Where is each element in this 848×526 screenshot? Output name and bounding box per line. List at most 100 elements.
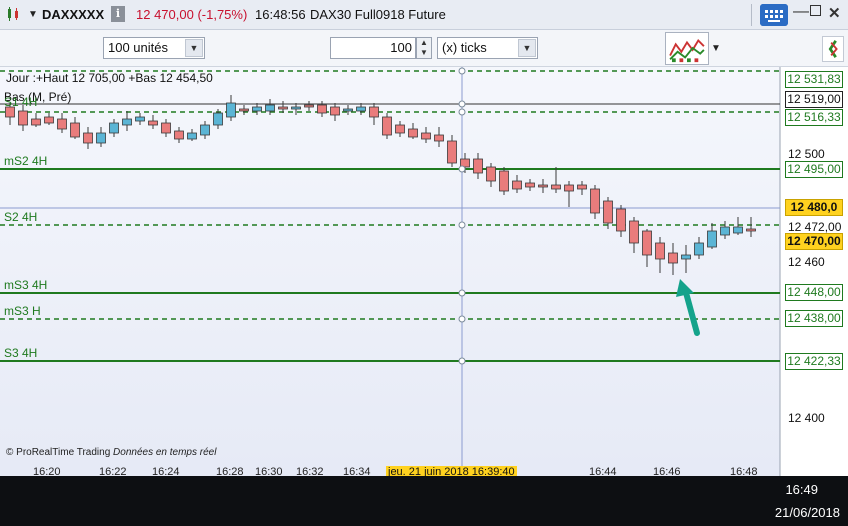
toolbar: 100 unités ▼ 100 ▲ ▼ (x) ticks ▼ ▼ [0, 30, 848, 67]
candle-body [135, 116, 145, 122]
candle-body [148, 120, 158, 126]
time-tick: 16:20 [33, 466, 61, 476]
candle-body [304, 104, 314, 108]
candle-body [18, 110, 28, 126]
candle-body [226, 102, 236, 118]
candle-body [629, 220, 639, 244]
candle-body [421, 132, 431, 140]
minimize-icon[interactable]: — [793, 3, 809, 21]
maximize-icon[interactable] [810, 5, 821, 16]
candle-body [590, 188, 600, 214]
info-icon[interactable]: i [111, 6, 125, 22]
candle-body [174, 130, 184, 140]
line-handle [458, 289, 466, 297]
chevron-down-icon[interactable]: ▼ [711, 43, 721, 54]
line-handle [458, 165, 466, 173]
last-update-time: 16:48:56 [255, 7, 306, 22]
candle-body [343, 108, 353, 112]
symbol-name[interactable]: DAXXXXX [42, 7, 104, 22]
candle-body [31, 118, 41, 126]
unit-mode-label: (x) ticks [442, 40, 487, 55]
dropdown-icon[interactable]: ▼ [28, 9, 38, 20]
candle-body [161, 122, 171, 134]
candle-body [577, 184, 587, 190]
level-price-tag: 12 531,83 [785, 71, 843, 88]
candle-body [486, 166, 496, 182]
candle-body [382, 116, 392, 136]
candle-body [252, 106, 262, 112]
separator [751, 4, 752, 26]
time-tick: 16:30 [255, 466, 283, 476]
quantity-mode-label: 100 unités [108, 40, 168, 55]
chevron-down-icon[interactable]: ▼ [518, 39, 536, 57]
level-price-tag: 12 422,33 [785, 353, 843, 370]
instrument-name: DAX30 Full0918 Future [310, 7, 446, 22]
line-handle [458, 100, 466, 108]
quantity-mode-select[interactable]: 100 unités ▼ [103, 37, 205, 59]
realtime-label: Données en temps réel [113, 447, 217, 458]
chevron-down-icon[interactable]: ▼ [185, 39, 203, 57]
candle-body [122, 118, 132, 126]
candle-body [499, 170, 509, 192]
candle-body [538, 184, 548, 188]
expand-panel-icon[interactable] [822, 36, 844, 62]
level-price-tag: 12 448,00 [785, 284, 843, 301]
candle-body [434, 134, 444, 142]
candle-body [694, 242, 704, 256]
candle-body [239, 108, 249, 112]
taskbar: 16:49 21/06/2018 [0, 476, 848, 526]
time-tick: 16:32 [296, 466, 324, 476]
line-handle [458, 221, 466, 229]
line-handle [458, 357, 466, 365]
candle-body [70, 122, 80, 138]
candle-body [642, 230, 652, 256]
candle-body [512, 180, 522, 190]
candle-body [668, 252, 678, 264]
quantity-input[interactable]: 100 [330, 37, 416, 59]
candle-body [395, 124, 405, 134]
quantity-stepper[interactable]: ▲ ▼ [416, 37, 432, 59]
candle-body [655, 242, 665, 260]
level-price-tag: 12 519,00 [785, 91, 843, 108]
level-label-s1-4h: S1 4H [4, 95, 38, 109]
close-icon[interactable]: ✕ [828, 4, 841, 22]
level-price-tag: 12 438,00 [785, 310, 843, 327]
clock-date[interactable]: 21/06/2018 [775, 505, 840, 520]
candle-body [564, 184, 574, 192]
candle-body [447, 140, 457, 164]
axis-tick-partial: 12 472,00 [788, 220, 842, 234]
unit-mode-select[interactable]: (x) ticks ▼ [437, 37, 538, 59]
candle-body [681, 254, 691, 260]
cursor-price-tag: 12 480,0 [785, 199, 843, 216]
clock-time[interactable]: 16:49 [785, 482, 818, 497]
candle-body [746, 228, 756, 232]
price-chart[interactable]: Jour :+Haut 12 705,00 +Bas 12 454,50 Bas… [0, 67, 848, 476]
keyboard-icon[interactable] [760, 4, 788, 26]
candle-body [278, 106, 288, 110]
level-price-tag: 12 516,33 [785, 109, 843, 126]
time-tick: 16:44 [589, 466, 617, 476]
candle-body [473, 158, 483, 174]
time-tick: 16:24 [152, 466, 180, 476]
candle-body [356, 106, 366, 112]
app-window: ▼ DAXXXXX i 12 470,00 (-1,75%) 16:48:56 … [0, 0, 848, 526]
candle-body [265, 104, 275, 112]
time-tick: 16:46 [653, 466, 681, 476]
candle-body [603, 200, 613, 224]
candle-body [733, 226, 743, 234]
time-tick: 16:22 [99, 466, 127, 476]
candlestick-plot[interactable] [0, 67, 848, 476]
level-label-s3-4h: S3 4H [4, 346, 38, 360]
axis-tick: 12 460 [788, 255, 825, 269]
chart-app-icon[interactable] [6, 6, 22, 22]
candle-body [187, 132, 197, 140]
last-price-tag: 12 470,00 [785, 233, 843, 250]
candle-body [616, 208, 626, 232]
candle-body [551, 184, 561, 190]
chart-tools-icon[interactable] [665, 32, 709, 65]
brand-label: © ProRealTime Trading [6, 447, 111, 458]
candle-body [707, 230, 717, 248]
candle-body [109, 122, 119, 134]
candle-body [291, 106, 301, 110]
line-handle [458, 67, 466, 75]
